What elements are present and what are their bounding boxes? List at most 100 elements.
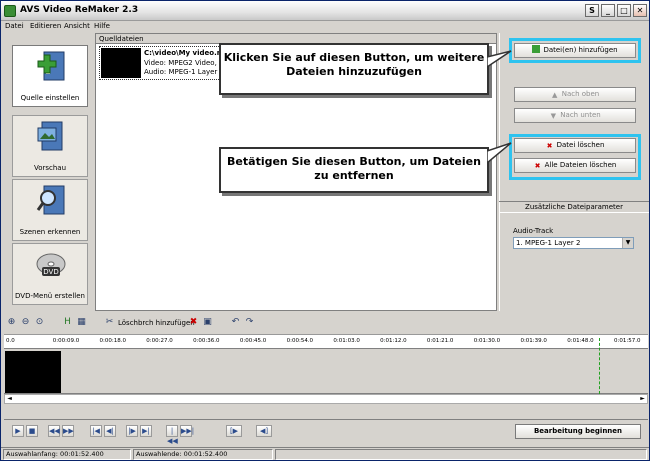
selection-start: Auswahlanfang: 00:01:52.400 [3, 449, 131, 460]
next-frame-icon[interactable]: ▶| [140, 425, 152, 437]
ruler-tick: 0:01:30.0 [473, 338, 501, 344]
add-callout-pointer [487, 50, 512, 68]
app-icon [4, 5, 16, 17]
undo-icon[interactable]: ↶ [230, 317, 241, 328]
next-step-icon[interactable]: |▶ [126, 425, 138, 437]
ruler-tick: 0:00:45.0 [239, 338, 267, 344]
play-icon[interactable]: ▶ [12, 425, 24, 437]
scenes-label: Szenen erkennen [19, 228, 81, 236]
menu-hilfe[interactable]: Hilfe [94, 22, 110, 30]
menu-datei[interactable]: Datei [5, 22, 24, 30]
start-processing-button[interactable]: Bearbeitung beginnen [515, 424, 641, 439]
scroll-left-icon[interactable]: ◄ [5, 395, 14, 403]
delete-file-icon: ✖ [546, 142, 553, 150]
add-files-button[interactable]: Datei(en) hinzufügen [514, 43, 636, 58]
mark-in-icon[interactable]: [▶ [226, 425, 242, 437]
audio-track-select[interactable]: 1. MPEG-1 Layer 2 ▼ [513, 237, 634, 249]
delete-callout: Betätigen Sie diesen Button, um Dateien … [219, 147, 489, 193]
mark-out-icon[interactable]: ◀] [256, 425, 272, 437]
preview-label: Vorschau [33, 164, 67, 172]
prev-step-icon[interactable]: ◀| [104, 425, 116, 437]
ruler-tick: 0:01:12.0 [380, 338, 407, 344]
redo-icon[interactable]: ↷ [244, 317, 255, 328]
stop-icon[interactable]: ■ [26, 425, 38, 437]
maximize-button[interactable]: □ [617, 4, 631, 17]
plus-icon [532, 45, 541, 53]
add-cut-label[interactable]: Löschbrch hinzufügen [118, 319, 195, 327]
delete-all-marks-icon[interactable]: ▣ [202, 317, 213, 328]
delete-all-icon: ✖ [534, 162, 541, 170]
go-end-icon[interactable]: ▶▶| [180, 425, 194, 437]
ruler-tick: 0:01:03.0 [333, 338, 360, 344]
add-callout: Klicken Sie auf diesen Button, um weiter… [219, 43, 489, 95]
app-window: AVS Video ReMaker 2.3 S _ □ ✕ Datei Edit… [0, 0, 650, 461]
source-label: Quelle einstellen [20, 94, 80, 102]
minimize-button[interactable]: _ [601, 4, 615, 17]
go-start-icon[interactable]: |◀◀ [166, 425, 178, 445]
dvd-menu-button[interactable]: DVD DVD-Menü erstellen [12, 243, 88, 305]
zoom-fit-icon[interactable]: ⊙ [34, 317, 45, 328]
move-down-button[interactable]: ▼ Nach unten [514, 108, 636, 123]
move-down-label: Nach unten [560, 111, 601, 119]
move-up-button[interactable]: ▲ Nach oben [514, 87, 636, 102]
title-bar: AVS Video ReMaker 2.3 S _ □ ✕ [1, 1, 649, 21]
magnifier-film-icon [36, 185, 65, 215]
menu-editieren[interactable]: Editieren [30, 22, 61, 30]
ruler-tick: 0:00:09.0 [52, 338, 80, 344]
delete-file-button[interactable]: ✖ Datei löschen [514, 138, 636, 153]
grid-icon[interactable]: ▦ [76, 317, 87, 328]
status-bar: Auswahlanfang: 00:01:52.400 Auswahlende:… [1, 447, 649, 460]
scenes-button[interactable]: Szenen erkennen [12, 179, 88, 241]
preview-button[interactable]: Vorschau [12, 115, 88, 177]
window-title: AVS Video ReMaker 2.3 [20, 5, 139, 15]
rewind-icon[interactable]: ◀◀ [48, 425, 60, 437]
ruler-tick: 0:00:36.0 [193, 338, 220, 344]
playback-controls: ▶ ■ ◀◀ ▶▶ |◀ ◀| |▶ ▶| |◀◀ ▶▶| [▶ ◀] Bear… [4, 419, 648, 445]
timeline-track[interactable] [4, 348, 648, 394]
ruler-tick: 0:01:21.0 [426, 338, 454, 344]
ruler-tick: 0:00:54.0 [286, 338, 314, 344]
source-button[interactable]: Quelle einstellen [12, 45, 88, 107]
delete-all-label: Alle Dateien löschen [544, 161, 617, 169]
dvd-menu-label: DVD-Menü erstellen [15, 292, 85, 300]
zoom-out-icon[interactable]: ⊖ [20, 317, 31, 328]
scroll-right-icon[interactable]: ► [638, 395, 647, 403]
right-panel: Datei(en) hinzufügen ▲ Nach oben ▼ Nach un… [499, 33, 649, 311]
film-preview-icon [37, 121, 63, 151]
timeline-ruler[interactable]: 0.0 0:00:09.0 0:00:18.0 0:00:27.0 0:00:36.0 0… [4, 334, 648, 348]
prev-frame-icon[interactable]: |◀ [90, 425, 102, 437]
menu-ansicht[interactable]: Ansicht [64, 22, 90, 30]
ruler-tick: 0:00:18.0 [99, 338, 126, 344]
chevron-down-icon[interactable]: ▼ [622, 238, 633, 248]
ruler-tick: 0:01:48.0 [567, 338, 594, 344]
split-icon[interactable]: H [62, 317, 73, 328]
fast-forward-icon[interactable]: ▶▶ [62, 425, 74, 437]
ruler-tick: 0:00:27.0 [146, 338, 173, 344]
timeline-scrollbar[interactable]: ◄ ► [4, 394, 648, 404]
ruler-tick: 0:01:39.0 [520, 338, 547, 344]
video-thumbnail [101, 48, 141, 78]
add-files-label: Datei(en) hinzufügen [543, 46, 618, 54]
delete-all-button[interactable]: ✖ Alle Dateien löschen [514, 158, 636, 173]
scissors-icon[interactable]: ✂ [104, 317, 115, 328]
extra-params-section: Zusätzliche Dateiparameter [499, 201, 649, 213]
arrow-down-icon: ▼ [550, 112, 556, 120]
audio-track-label: Audio-Track [513, 227, 554, 235]
ruler-tick: 0:01:57.0 [614, 338, 641, 344]
status-empty [275, 449, 647, 460]
timeline-thumbnail [5, 351, 61, 393]
dvd-disc-icon: DVD [36, 253, 66, 276]
delete-mark-icon[interactable]: ✖ [188, 317, 199, 328]
timeline-cursor[interactable] [599, 338, 600, 394]
film-add-icon [37, 51, 65, 81]
zoom-in-icon[interactable]: ⊕ [6, 317, 17, 328]
delete-file-label: Datei löschen [556, 141, 605, 149]
selection-end: Auswahlende: 00:01:52.400 [133, 449, 273, 460]
move-up-label: Nach oben [561, 90, 600, 98]
left-panel: Quelle einstellen Vorschau Szenen erkenn… [4, 33, 94, 311]
delete-callout-pointer [487, 142, 512, 164]
ruler-tick: 0.0 [6, 338, 15, 344]
audio-track-value: 1. MPEG-1 Layer 2 [516, 239, 581, 247]
close-button[interactable]: ✕ [633, 4, 647, 17]
skin-button[interactable]: S [585, 4, 599, 17]
